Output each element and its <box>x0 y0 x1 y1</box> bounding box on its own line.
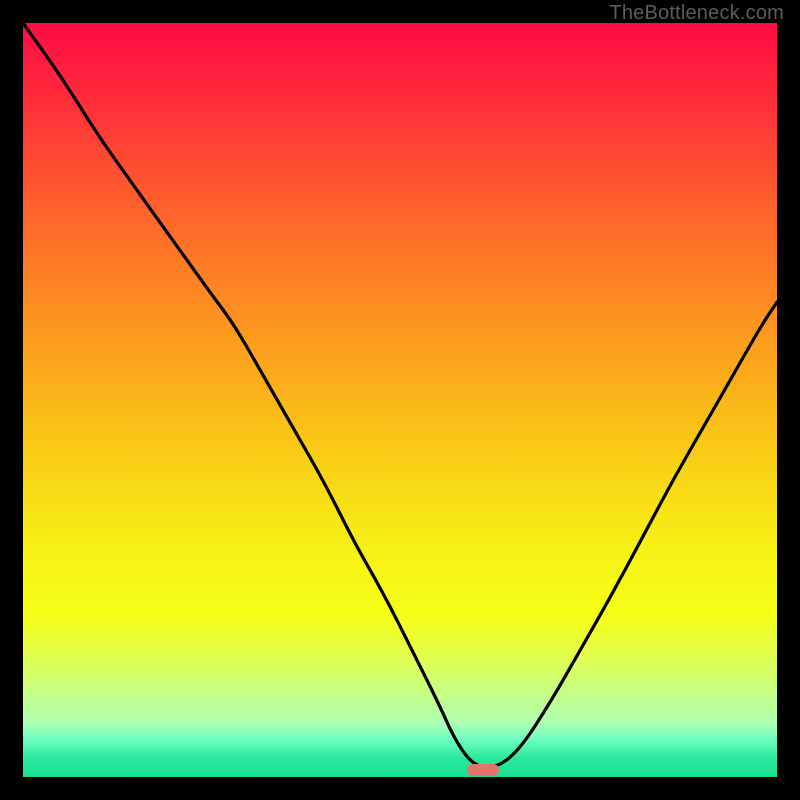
bottleneck-curve <box>23 23 777 777</box>
plot-area <box>23 23 777 777</box>
chart-root: TheBottleneck.com <box>0 0 800 800</box>
optimal-marker <box>467 764 499 776</box>
watermark-text: TheBottleneck.com <box>609 2 784 25</box>
